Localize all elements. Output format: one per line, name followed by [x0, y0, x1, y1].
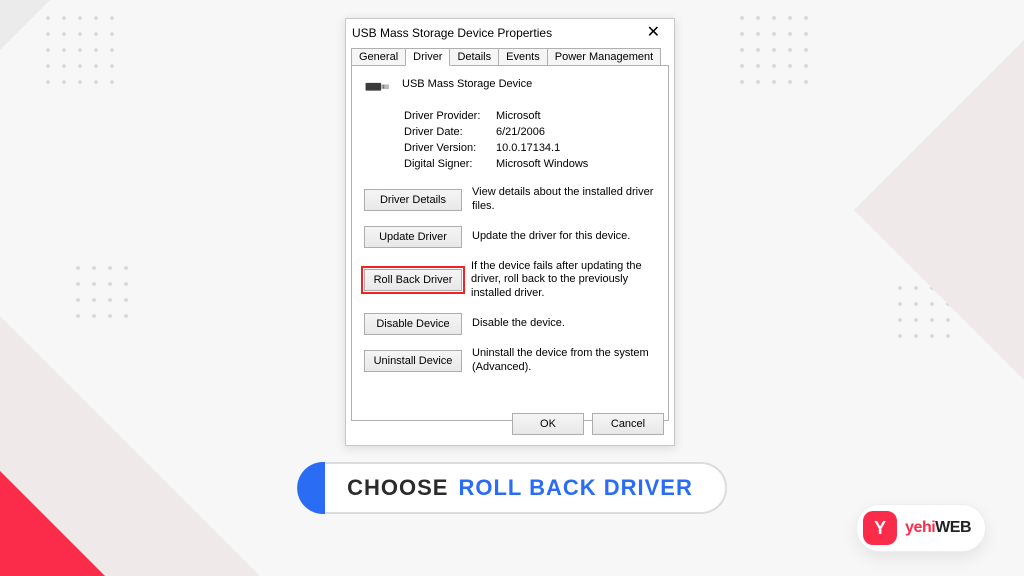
tab-driver[interactable]: Driver [405, 48, 450, 66]
titlebar: USB Mass Storage Device Properties ✕ [346, 19, 674, 47]
dialog-title: USB Mass Storage Device Properties [352, 26, 639, 40]
caption-accent [297, 462, 325, 514]
usb-device-icon [364, 76, 392, 96]
tab-strip: General Driver Details Events Power Mana… [346, 47, 674, 65]
uninstall-device-desc: Uninstall the device from the system (Ad… [472, 347, 656, 375]
uninstall-device-button[interactable]: Uninstall Device [364, 350, 462, 372]
tab-general[interactable]: General [351, 48, 406, 66]
rollback-highlight: Roll Back Driver [361, 266, 465, 294]
update-driver-button[interactable]: Update Driver [364, 226, 462, 248]
device-name: USB Mass Storage Device [402, 76, 532, 96]
decoration-triangle [0, 0, 50, 50]
tab-details[interactable]: Details [449, 48, 499, 66]
caption-highlight: ROLL BACK DRIVER [458, 475, 692, 501]
instruction-caption: CHOOSE ROLL BACK DRIVER [297, 462, 727, 514]
provider-value: Microsoft [496, 110, 541, 122]
driver-details-desc: View details about the installed driver … [472, 186, 656, 214]
date-value: 6/21/2006 [496, 126, 545, 138]
caption-prefix: CHOOSE [347, 475, 448, 501]
version-value: 10.0.17134.1 [496, 142, 560, 154]
close-icon[interactable]: ✕ [639, 23, 668, 43]
provider-label: Driver Provider: [404, 110, 496, 122]
version-label: Driver Version: [404, 142, 496, 154]
roll-back-driver-desc: If the device fails after updating the d… [471, 260, 656, 301]
logo-mark-icon: Y [863, 511, 897, 545]
decoration-dots [734, 10, 814, 90]
signer-label: Digital Signer: [404, 158, 496, 170]
decoration-dots [40, 10, 120, 90]
ok-button[interactable]: OK [512, 413, 584, 435]
tab-power-management[interactable]: Power Management [547, 48, 661, 66]
decoration-dots [70, 260, 130, 320]
signer-value: Microsoft Windows [496, 158, 588, 170]
update-driver-desc: Update the driver for this device. [472, 230, 656, 244]
driver-details-button[interactable]: Driver Details [364, 189, 462, 211]
date-label: Driver Date: [404, 126, 496, 138]
cancel-button[interactable]: Cancel [592, 413, 664, 435]
logo-text: yehiWEB [905, 519, 971, 537]
roll-back-driver-button[interactable]: Roll Back Driver [364, 269, 462, 291]
driver-info: Driver Provider: Microsoft Driver Date: … [404, 110, 656, 170]
disable-device-button[interactable]: Disable Device [364, 313, 462, 335]
disable-device-desc: Disable the device. [472, 317, 656, 331]
driver-tab-panel: USB Mass Storage Device Driver Provider:… [351, 65, 669, 421]
brand-logo: Y yehiWEB [856, 504, 986, 552]
logo-part1: yehi [905, 519, 935, 536]
tab-events[interactable]: Events [498, 48, 548, 66]
properties-dialog: USB Mass Storage Device Properties ✕ Gen… [345, 18, 675, 446]
logo-part2: WEB [935, 519, 971, 536]
